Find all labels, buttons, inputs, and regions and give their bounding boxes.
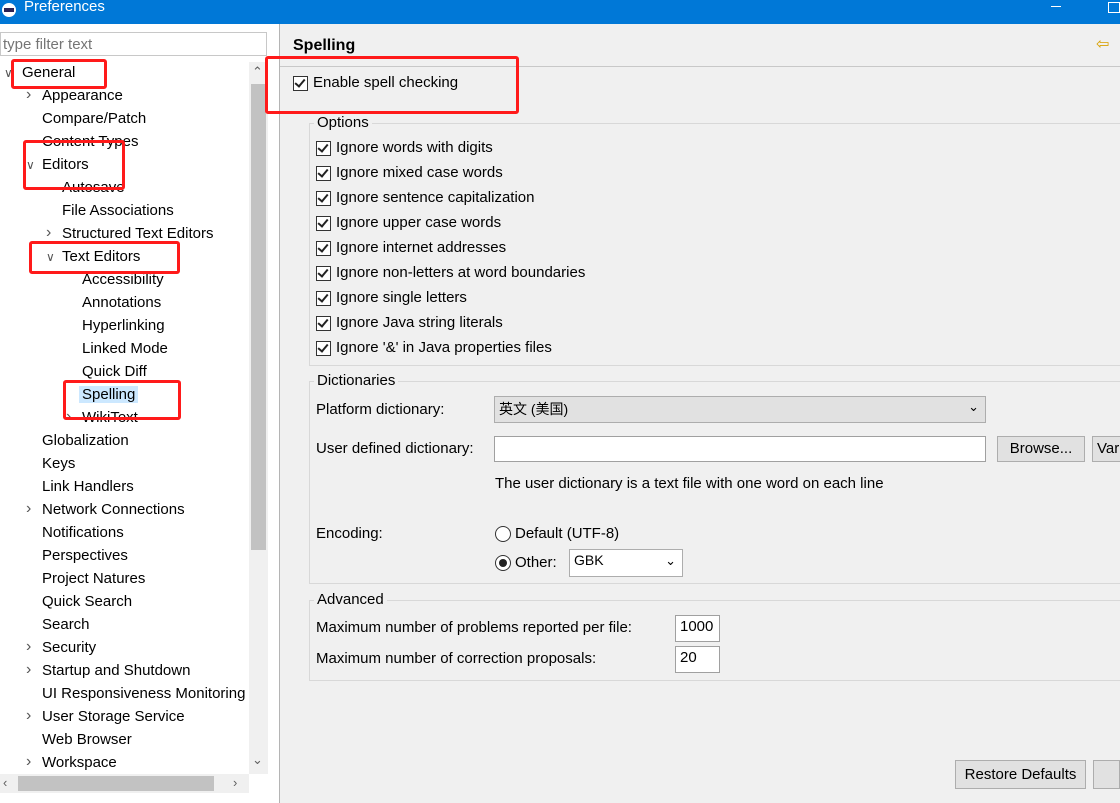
tree-item[interactable]: Annotations (82, 294, 161, 311)
maximize-button[interactable] (1108, 2, 1120, 13)
encoding-default-label[interactable]: Default (UTF-8) (515, 525, 619, 542)
tree-item[interactable]: Startup and Shutdown (42, 662, 190, 679)
option-checkbox[interactable] (316, 141, 331, 156)
tree-item[interactable]: Perspectives (42, 547, 128, 564)
chevron-down-icon: ⌄ (968, 399, 979, 414)
encoding-label: Encoding: (316, 525, 383, 542)
page-title: Spelling (293, 37, 356, 54)
tree-item[interactable]: Keys (42, 455, 75, 472)
option-label[interactable]: Ignore single letters (336, 289, 467, 306)
option-label[interactable]: Ignore sentence capitalization (336, 189, 534, 206)
max-problems-label: Maximum number of problems reported per … (316, 619, 632, 636)
option-label[interactable]: Ignore '&' in Java properties files (336, 339, 552, 356)
chevron-right-icon[interactable]: › (26, 753, 31, 771)
highlight-box-enable-spell (265, 56, 519, 114)
scroll-right-icon[interactable]: › (233, 775, 237, 790)
advanced-group-title: Advanced (314, 591, 387, 608)
back-arrow-icon[interactable]: ⇦ (1096, 34, 1109, 54)
user-dictionary-label: User defined dictionary: (316, 440, 474, 457)
tree-item[interactable]: UI Responsiveness Monitoring (42, 685, 245, 702)
tree-item[interactable]: File Associations (62, 202, 174, 219)
option-checkbox[interactable] (316, 216, 331, 231)
scroll-up-icon[interactable]: ⌃ (252, 64, 263, 80)
tree-item[interactable]: Compare/Patch (42, 110, 146, 127)
tree-item[interactable]: Appearance (42, 87, 123, 104)
option-checkbox[interactable] (316, 166, 331, 181)
restore-defaults-button[interactable]: Restore Defaults (955, 760, 1086, 789)
tree-item[interactable]: Hyperlinking (82, 317, 165, 334)
title-bar: Preferences (0, 0, 1120, 24)
window-title: Preferences (24, 0, 105, 15)
encoding-default-radio[interactable] (495, 526, 511, 542)
user-dictionary-input[interactable] (494, 436, 986, 462)
option-label[interactable]: Ignore non-letters at word boundaries (336, 264, 585, 281)
apply-button[interactable] (1093, 760, 1120, 789)
tree-item[interactable]: Project Natures (42, 570, 145, 587)
highlight-box-spelling (63, 380, 181, 420)
tree-item[interactable]: Security (42, 639, 96, 656)
tree-item[interactable]: Search (42, 616, 90, 633)
option-checkbox[interactable] (316, 341, 331, 356)
encoding-other-value: GBK (574, 552, 604, 568)
encoding-other-radio[interactable] (495, 555, 511, 571)
max-proposals-label: Maximum number of correction proposals: (316, 650, 597, 667)
highlight-box-editors (23, 140, 125, 190)
eclipse-icon (2, 3, 16, 17)
platform-dictionary-value: 英文 (美国) (499, 401, 569, 417)
option-label[interactable]: Ignore Java string literals (336, 314, 503, 331)
tree-horizontal-scroll-thumb[interactable] (18, 776, 214, 791)
highlight-box-general (11, 59, 107, 89)
options-group-title: Options (314, 114, 372, 131)
user-dictionary-hint: The user dictionary is a text file with … (495, 475, 884, 492)
platform-dictionary-select[interactable]: 英文 (美国) ⌄ (494, 396, 986, 423)
max-proposals-input[interactable]: 20 (675, 646, 720, 673)
tree-item[interactable]: Link Handlers (42, 478, 134, 495)
encoding-other-label[interactable]: Other: (515, 554, 557, 571)
minimize-button[interactable] (1051, 6, 1061, 7)
option-label[interactable]: Ignore words with digits (336, 139, 493, 156)
tree-item[interactable]: Structured Text Editors (62, 225, 213, 242)
chevron-right-icon[interactable]: › (26, 707, 31, 725)
chevron-right-icon[interactable]: › (26, 638, 31, 656)
tree-item[interactable]: Globalization (42, 432, 129, 449)
tree-item[interactable]: Quick Diff (82, 363, 147, 380)
option-label[interactable]: Ignore mixed case words (336, 164, 503, 181)
highlight-box-text-editors (29, 241, 180, 274)
browse-button[interactable]: Browse... (997, 436, 1085, 462)
tree-item[interactable]: Linked Mode (82, 340, 168, 357)
option-checkbox[interactable] (316, 316, 331, 331)
encoding-other-select[interactable]: GBK ⌄ (569, 549, 683, 577)
panel-divider[interactable] (279, 24, 280, 803)
chevron-right-icon[interactable]: › (26, 500, 31, 518)
tree-item[interactable]: Quick Search (42, 593, 132, 610)
option-label[interactable]: Ignore upper case words (336, 214, 501, 231)
chevron-right-icon[interactable]: › (46, 224, 51, 242)
tree-item[interactable]: User Storage Service (42, 708, 185, 725)
tree-vertical-scroll-thumb[interactable] (251, 84, 266, 550)
platform-dictionary-label: Platform dictionary: (316, 401, 445, 418)
chevron-right-icon[interactable]: › (26, 661, 31, 679)
max-problems-input[interactable]: 1000 (675, 615, 720, 642)
tree-item[interactable]: Workspace (42, 754, 117, 771)
dictionaries-group-title: Dictionaries (314, 372, 399, 389)
option-checkbox[interactable] (316, 266, 331, 281)
variables-button[interactable]: Variables... (1092, 436, 1120, 462)
option-checkbox[interactable] (316, 191, 331, 206)
chevron-down-icon: ⌄ (665, 553, 676, 568)
scroll-down-icon[interactable]: ⌄ (252, 752, 263, 768)
tree-item[interactable]: Network Connections (42, 501, 185, 518)
option-label[interactable]: Ignore internet addresses (336, 239, 506, 256)
tree-item[interactable]: Notifications (42, 524, 124, 541)
scroll-left-icon[interactable]: ‹ (3, 775, 7, 790)
option-checkbox[interactable] (316, 241, 331, 256)
option-checkbox[interactable] (316, 291, 331, 306)
tree-item[interactable]: Web Browser (42, 731, 132, 748)
filter-input[interactable] (0, 32, 267, 56)
